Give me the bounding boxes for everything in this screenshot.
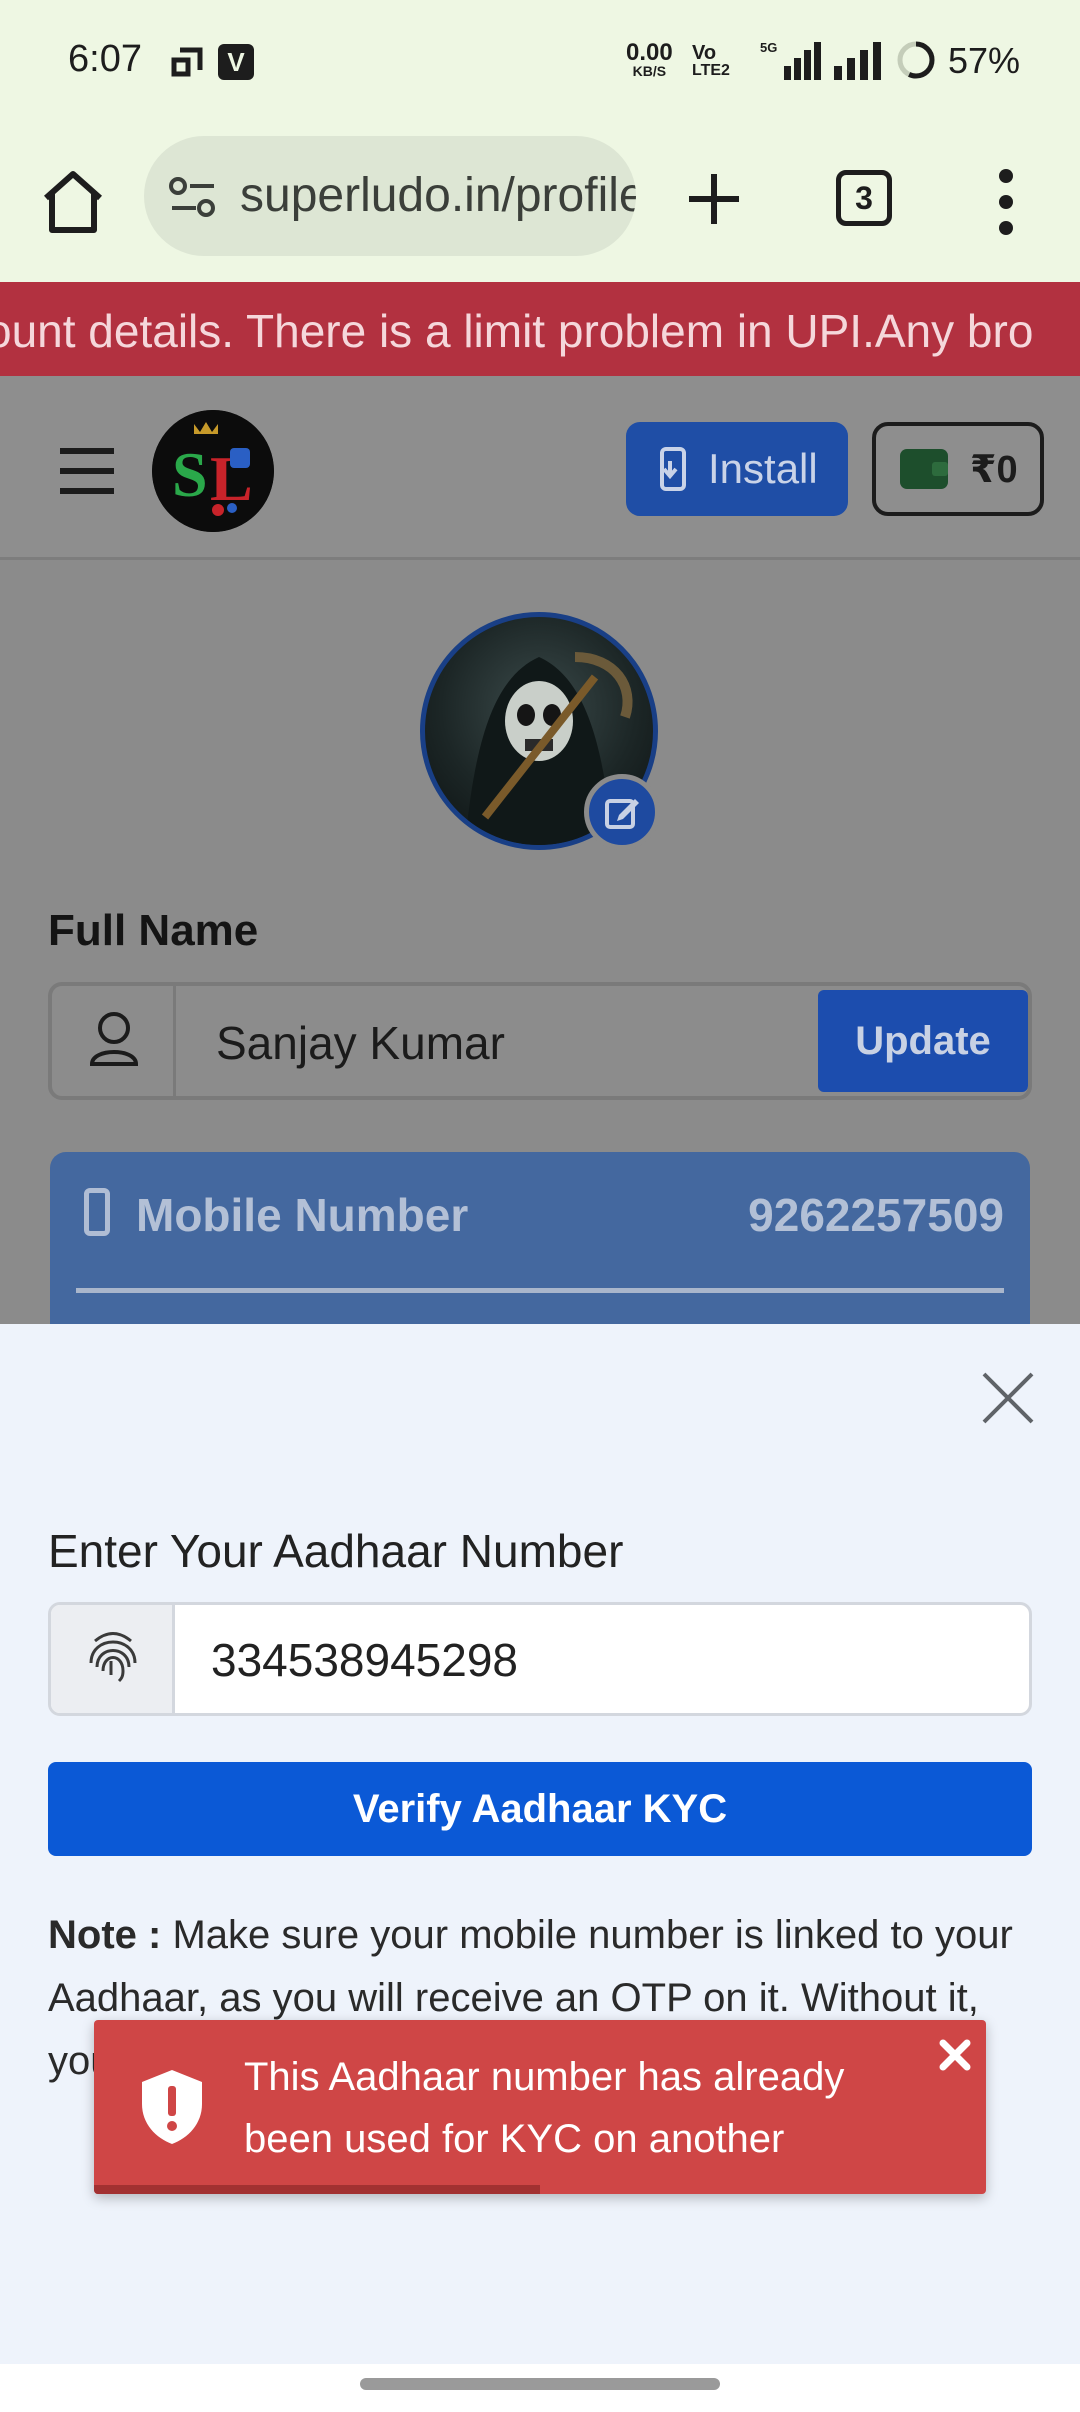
volte-indicator: Vo LTE2 [692, 42, 730, 80]
signal-5g-icon: 5G [760, 40, 821, 80]
wallet-icon [900, 449, 948, 489]
volte-bottom: LTE2 [692, 62, 730, 79]
gesture-nav-area [0, 2364, 1080, 2412]
full-name-field: Sanjay Kumar Update [48, 982, 1032, 1100]
screen-mirror-icon [171, 47, 203, 77]
user-icon-box [52, 986, 176, 1096]
mobile-number-value: 9262257509 [748, 1189, 1004, 1241]
error-toast: This Aadhaar number has already been use… [94, 2020, 986, 2194]
user-icon [89, 1012, 139, 1066]
site-logo[interactable]: S L [152, 410, 274, 532]
close-icon[interactable] [938, 2038, 972, 2072]
update-name-button[interactable]: Update [818, 990, 1028, 1092]
full-name-label: Full Name [48, 906, 259, 955]
aadhaar-field [48, 1602, 1032, 1716]
net-speed-value: 0.00 [626, 39, 673, 66]
hamburger-icon[interactable] [58, 446, 116, 496]
close-icon[interactable] [978, 1368, 1038, 1428]
mobile-number-label: Mobile Number [136, 1189, 469, 1241]
toast-progress-bar [94, 2185, 540, 2194]
profile-page-backdrop: S L Install ₹0 Full Name Sanjay Kumar Up… [0, 376, 1080, 1326]
marquee-text: ount details. There is a limit problem i… [0, 305, 1034, 357]
gesture-bar[interactable] [360, 2378, 720, 2390]
note-prefix: Note : [48, 1913, 162, 1957]
aadhaar-input[interactable] [211, 1633, 991, 1687]
home-icon[interactable] [40, 166, 106, 236]
app-header: S L Install ₹0 [0, 376, 1080, 560]
site-settings-icon[interactable] [168, 176, 218, 218]
toast-message: This Aadhaar number has already been use… [244, 2055, 845, 2194]
verify-aadhaar-button[interactable]: Verify Aadhaar KYC [48, 1762, 1032, 1856]
edit-icon [605, 799, 639, 829]
full-name-input[interactable]: Sanjay Kumar [216, 1016, 505, 1070]
install-icon [660, 447, 686, 491]
signal-icon [834, 42, 881, 80]
notice-marquee: ount details. There is a limit problem i… [0, 282, 1080, 376]
network-type-label: 5G [760, 40, 777, 55]
net-speed-unit: KB/S [632, 63, 667, 79]
tabs-icon[interactable]: 3 [836, 170, 892, 226]
url-text[interactable]: superludo.in/profile [240, 168, 636, 223]
mobile-card-divider [76, 1288, 1004, 1293]
fingerprint-icon-box [51, 1605, 175, 1713]
install-label: Install [708, 445, 818, 492]
edit-avatar-button[interactable] [584, 774, 660, 850]
more-vert-icon[interactable] [996, 166, 1016, 238]
status-time: 6:07 [68, 38, 142, 80]
wallet-balance: ₹0 [970, 448, 1018, 491]
battery-icon [897, 41, 935, 79]
svg-text:S: S [172, 439, 208, 510]
net-speed: 0.00 KB/S [626, 39, 673, 80]
status-bar: 6:07 V 0.00 KB/S Vo LTE2 5G 57% [0, 0, 1080, 126]
wallet-button[interactable]: ₹0 [872, 422, 1044, 516]
mobile-number-card: Mobile Number 9262257509 [50, 1152, 1030, 1326]
fingerprint-icon [89, 1632, 137, 1683]
battery-percent: 57% [948, 40, 1021, 81]
plus-icon[interactable] [686, 164, 742, 234]
install-button[interactable]: Install [626, 422, 848, 516]
kyc-bottom-sheet: Enter Your Aadhaar Number Verify Aadhaar… [0, 1324, 1080, 2364]
app-notification-icon: V [218, 44, 254, 80]
address-bar[interactable]: superludo.in/profile [144, 136, 636, 256]
mobile-icon [84, 1188, 110, 1236]
aadhaar-label: Enter Your Aadhaar Number [48, 1525, 624, 1577]
volte-top: Vo [692, 42, 717, 64]
error-shield-icon [142, 2070, 202, 2144]
browser-toolbar: superludo.in/profile 3 [0, 126, 1080, 282]
